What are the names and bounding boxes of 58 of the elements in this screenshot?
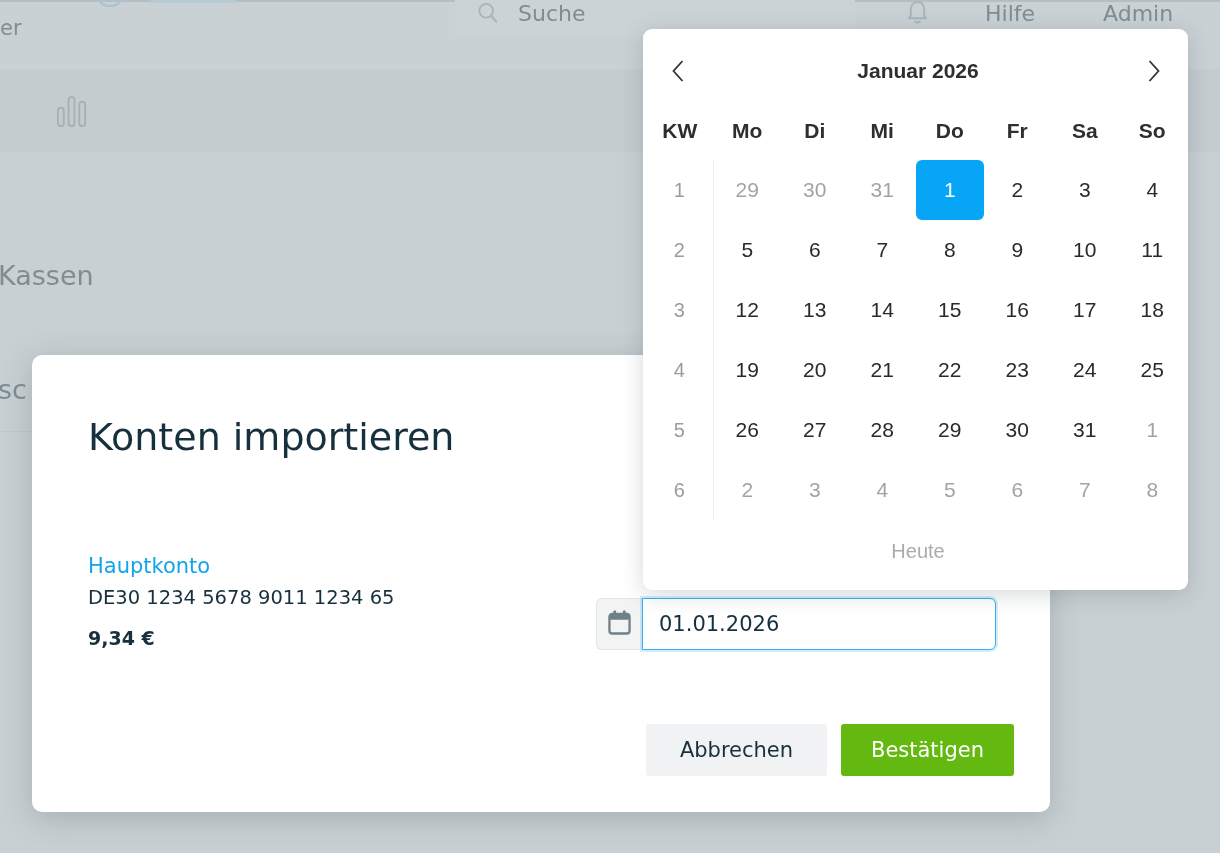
month-title: Januar 2026 [857, 59, 979, 83]
day-cell[interactable]: 31 [1051, 400, 1119, 460]
week-number: 2 [673, 238, 685, 262]
weekday-header: Mo [732, 118, 763, 143]
day-cell[interactable]: 29 [916, 400, 984, 460]
week-number: 5 [673, 418, 685, 442]
day-cell[interactable]: 13 [781, 280, 849, 340]
day-cell[interactable]: 3 [1051, 160, 1119, 220]
calendar-icon [608, 609, 631, 635]
search-field[interactable]: Suche [518, 0, 638, 26]
day-cell[interactable]: 24 [1051, 340, 1119, 400]
day-cell[interactable]: 30 [983, 400, 1051, 460]
day-cell[interactable]: 16 [983, 280, 1051, 340]
chevron-right-icon [1148, 60, 1160, 82]
day-cell[interactable]: 11 [1118, 220, 1186, 280]
weekday-header: Sa [1071, 118, 1098, 143]
day-cell[interactable]: 19 [713, 340, 781, 400]
day-cell[interactable]: 22 [916, 340, 984, 400]
day-cell[interactable]: 7 [848, 220, 916, 280]
week-number: 3 [673, 298, 685, 322]
week-number: 4 [673, 358, 685, 382]
calendar-button[interactable] [596, 598, 642, 650]
day-cell[interactable]: 5 [713, 220, 781, 280]
account-iban: DE30 1234 5678 9011 1234 65 [88, 585, 395, 611]
day-cell[interactable]: 27 [781, 400, 849, 460]
day-cell[interactable]: 28 [848, 400, 916, 460]
day-cell[interactable]: 15 [916, 280, 984, 340]
day-cell[interactable]: 6 [781, 220, 849, 280]
day-cell[interactable]: 9 [983, 220, 1051, 280]
weekday-header: Fr [1006, 118, 1028, 143]
chevron-left-icon [672, 60, 684, 82]
week-number: 1 [673, 178, 685, 202]
day-cell[interactable]: 4 [1118, 160, 1186, 220]
weekday-header: Di [804, 118, 826, 143]
weekday-header: So [1138, 118, 1166, 143]
day-cell[interactable]: 23 [983, 340, 1051, 400]
day-cell[interactable]: 2 [983, 160, 1051, 220]
account-balance: 9,34 € [88, 626, 155, 651]
weekday-header: Do [935, 118, 964, 143]
cancel-button[interactable]: Abbrechen [646, 724, 827, 776]
week-column-header: KW [662, 118, 698, 143]
day-cell[interactable]: 14 [848, 280, 916, 340]
day-cell[interactable]: 10 [1051, 220, 1119, 280]
date-field[interactable]: 01.01.2026 [642, 598, 996, 650]
previous-month-button[interactable] [670, 58, 686, 84]
day-cell[interactable]: 26 [713, 400, 781, 460]
next-month-button[interactable] [1146, 58, 1162, 84]
day-cell[interactable]: 17 [1051, 280, 1119, 340]
search-icon [478, 1, 498, 25]
weekday-header: Mi [870, 118, 894, 143]
day-cell[interactable]: 12 [713, 280, 781, 340]
week-number: 6 [673, 478, 685, 502]
day-cell[interactable]: 18 [1118, 280, 1186, 340]
day-cell[interactable]: 20 [781, 340, 849, 400]
day-cell[interactable]: 21 [848, 340, 916, 400]
day-cell[interactable]: 8 [916, 220, 984, 280]
dialog-title: Konten importieren [88, 414, 455, 461]
day-cell[interactable]: 25 [1118, 340, 1186, 400]
